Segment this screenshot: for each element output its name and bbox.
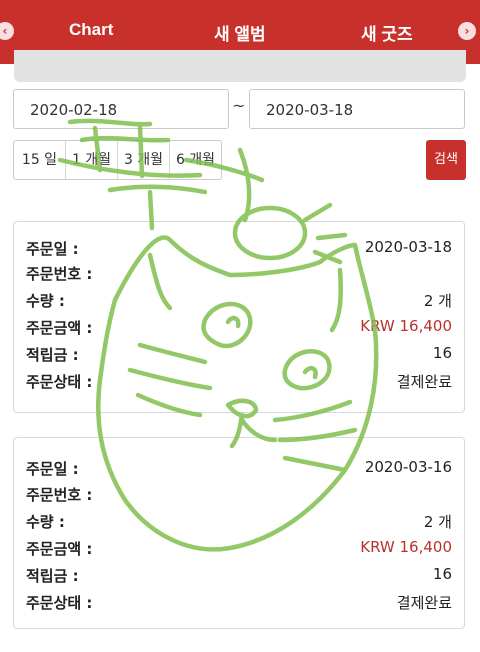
quantity-label: 수량 : [26, 513, 65, 531]
quantity-value: 2 개 [423, 513, 452, 531]
period-1-month-button[interactable]: 1 개월 [66, 141, 118, 179]
end-date-field[interactable]: 2020-03-18 [249, 89, 465, 129]
amount-row: 주문금액 : KRW 16,400 [26, 317, 452, 339]
order-date-label: 주문일 : [26, 460, 79, 478]
order-card[interactable]: 주문일 : 2020-03-16 주문번호 : 수량 : 2 개 주문금액 : … [13, 437, 465, 629]
date-range-separator: ~ [232, 96, 246, 115]
period-3-months-button[interactable]: 3 개월 [118, 141, 170, 179]
order-date-value: 2020-03-16 [364, 458, 452, 476]
order-number-row: 주문번호 : [26, 484, 452, 506]
amount-value: KRW 16,400 [360, 317, 452, 335]
status-label: 주문상태 : [26, 373, 93, 391]
order-date-label: 주문일 : [26, 240, 79, 258]
period-selector: 15 일 1 개월 3 개월 6 개월 [13, 140, 222, 180]
points-value: 16 [432, 565, 452, 583]
status-value: 결제완료 [396, 594, 452, 612]
amount-label: 주문금액 : [26, 540, 93, 558]
order-date-value: 2020-03-18 [364, 238, 452, 256]
amount-label: 주문금액 : [26, 319, 93, 337]
period-6-months-button[interactable]: 6 개월 [170, 141, 221, 179]
order-date-row: 주문일 : 2020-03-16 [26, 458, 452, 480]
order-number-label: 주문번호 : [26, 486, 93, 504]
tab-new-album[interactable]: 새 앨범 [214, 20, 266, 45]
tab-new-goods[interactable]: 새 굿즈 [361, 20, 413, 45]
points-value: 16 [432, 344, 452, 362]
search-button[interactable]: 검색 [426, 140, 466, 180]
points-row: 적립금 : 16 [26, 344, 452, 366]
quantity-label: 수량 : [26, 292, 65, 310]
period-15-days-button[interactable]: 15 일 [14, 141, 66, 179]
points-label: 적립금 : [26, 567, 79, 585]
order-date-row: 주문일 : 2020-03-18 [26, 238, 452, 260]
amount-row: 주문금액 : KRW 16,400 [26, 538, 452, 560]
status-row: 주문상태 : 결제완료 [26, 592, 452, 614]
tab-chart[interactable]: Chart [69, 20, 113, 40]
order-number-row: 주문번호 : [26, 263, 452, 285]
points-row: 적립금 : 16 [26, 565, 452, 587]
amount-value: KRW 16,400 [360, 538, 452, 556]
status-row: 주문상태 : 결제완료 [26, 371, 452, 393]
status-value: 결제완료 [396, 373, 452, 391]
start-date-field[interactable]: 2020-02-18 [13, 89, 229, 129]
chevron-right-icon[interactable]: › [458, 22, 476, 40]
quantity-row: 수량 : 2 개 [26, 290, 452, 312]
chevron-left-icon[interactable]: ‹ [0, 22, 14, 40]
collapsed-panel [14, 50, 466, 82]
quantity-row: 수량 : 2 개 [26, 511, 452, 533]
order-number-label: 주문번호 : [26, 265, 93, 283]
order-card[interactable]: 주문일 : 2020-03-18 주문번호 : 수량 : 2 개 주문금액 : … [13, 221, 465, 413]
quantity-value: 2 개 [423, 292, 452, 310]
points-label: 적립금 : [26, 346, 79, 364]
status-label: 주문상태 : [26, 594, 93, 612]
